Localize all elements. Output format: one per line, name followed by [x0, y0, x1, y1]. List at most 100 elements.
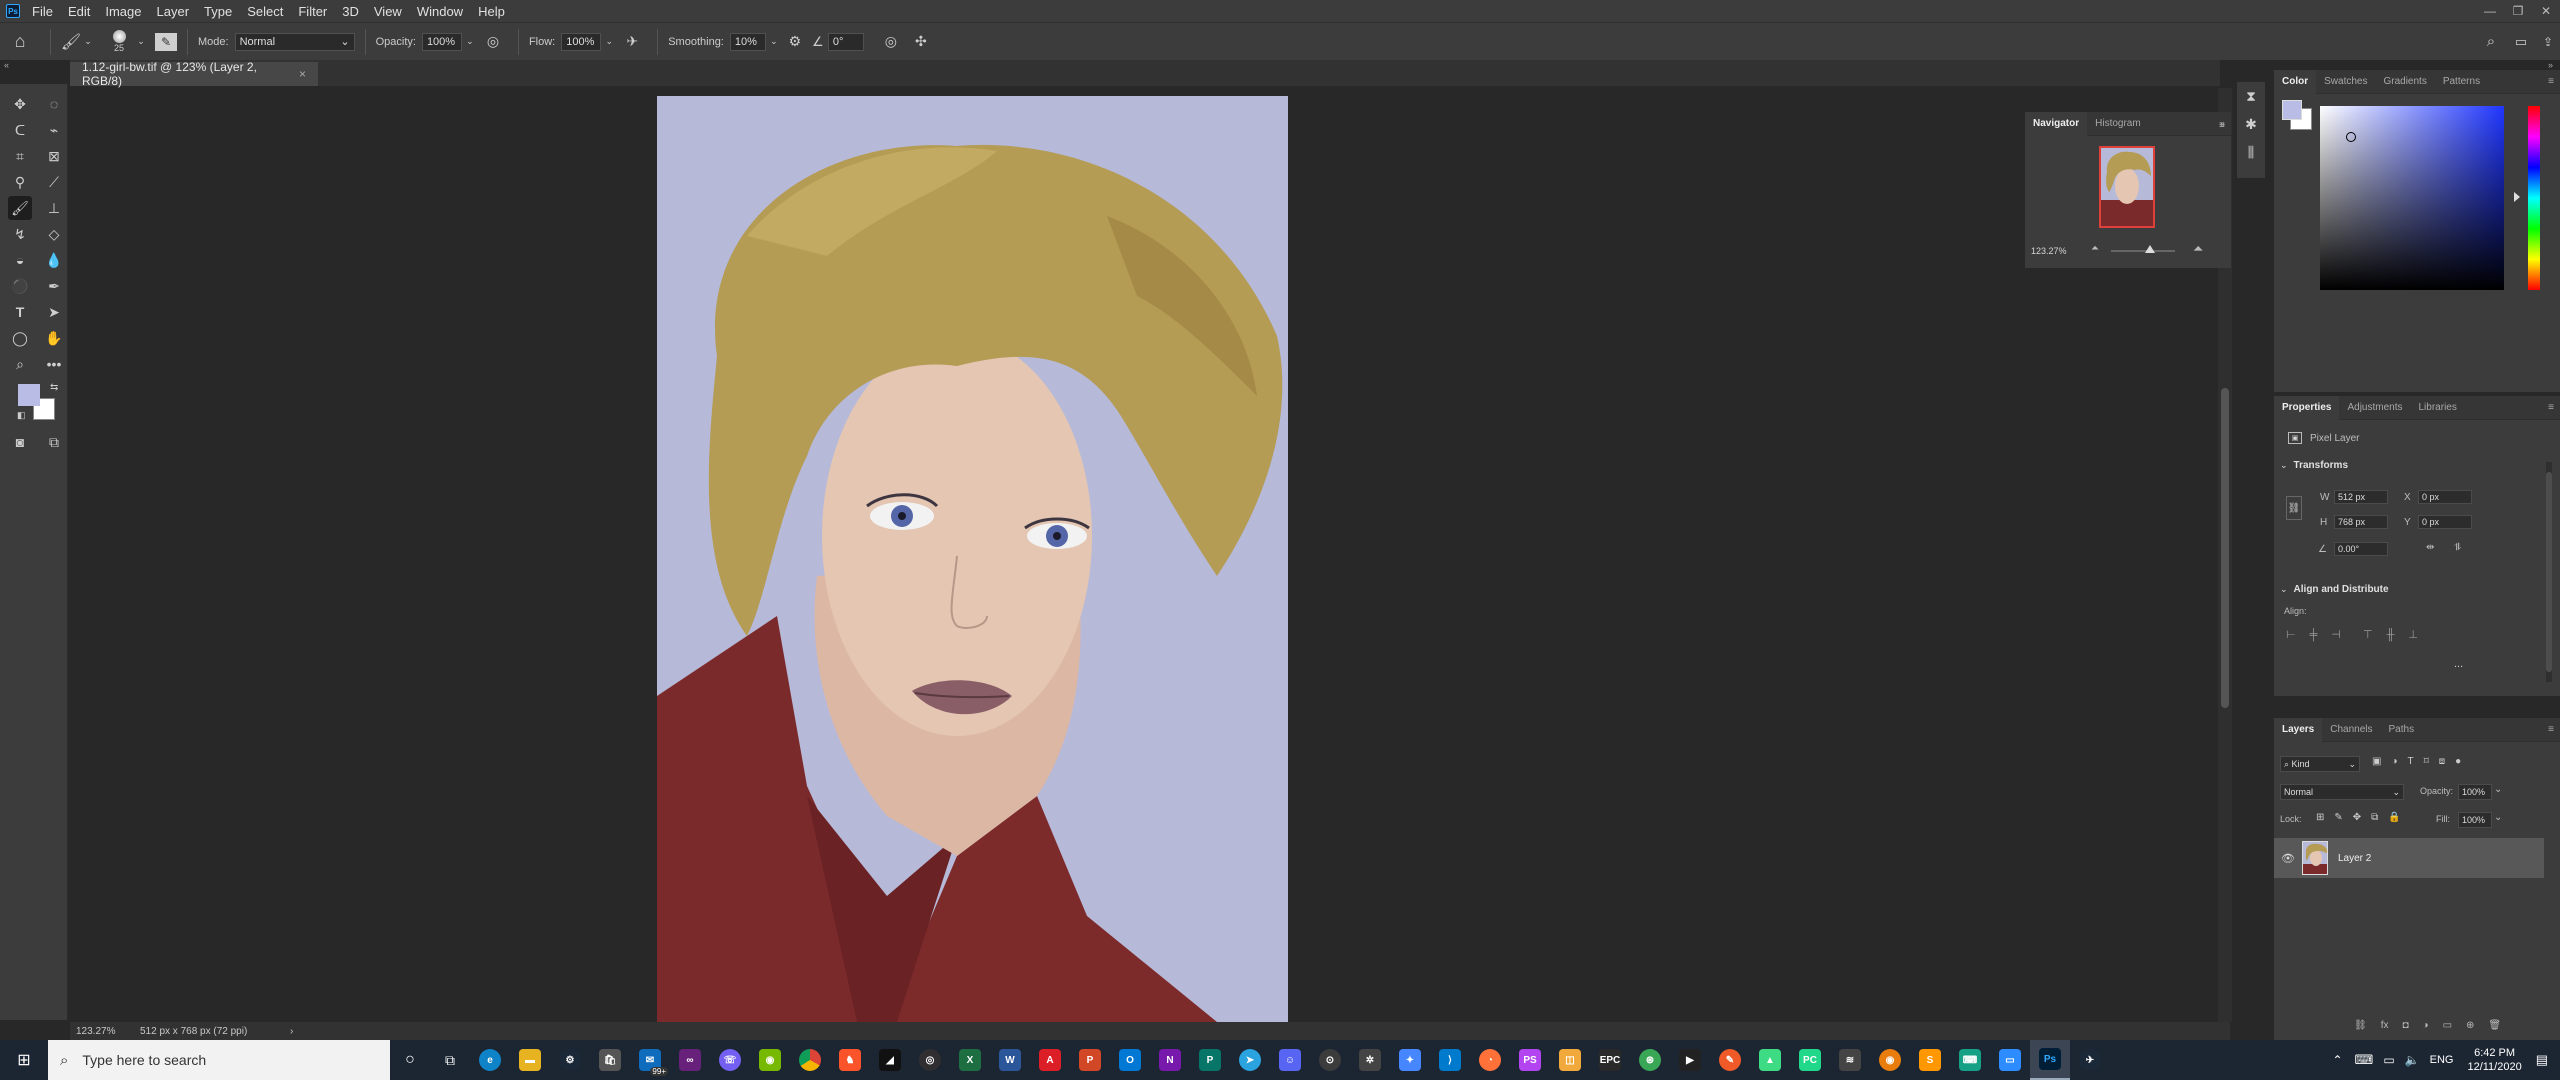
tray-chevron-up-icon[interactable]: ⌃	[2332, 1053, 2342, 1067]
new-adjustment-layer-icon[interactable]: ◑	[2423, 1020, 2429, 1031]
zoom-app-icon[interactable]: ▭	[1990, 1040, 2030, 1080]
filter-pixel-icon[interactable]: ▣	[2372, 756, 2381, 767]
elliptical-marquee-tool-icon[interactable]: ◌	[42, 92, 66, 116]
smoothing-chevron-icon[interactable]: ⌄	[766, 36, 782, 47]
clone-stamp-tool-icon[interactable]: ⊥	[42, 196, 66, 220]
brush-settings-icon[interactable]: ✱	[2239, 112, 2263, 136]
flow-slider-chevron-icon[interactable]: ⌄	[601, 36, 617, 47]
brush-preset-picker[interactable]: 25	[103, 25, 135, 59]
brush-tool-active-icon[interactable]: 🖌	[8, 196, 32, 220]
network-icon[interactable]: ▭	[2383, 1053, 2394, 1067]
delete-layer-icon[interactable]: 🗑	[2488, 1020, 2501, 1031]
publisher-icon[interactable]: P	[1190, 1040, 1230, 1080]
filter-smart-object-icon[interactable]: ⧈	[2439, 756, 2445, 767]
tool-preset-chevron-icon[interactable]: ⌄	[81, 36, 95, 47]
gog-icon[interactable]: ⊙	[1310, 1040, 1350, 1080]
transforms-header[interactable]: ⌄ Transforms	[2280, 460, 2348, 471]
keyboard-icon[interactable]: ⌨	[2355, 1052, 2374, 1068]
hue-slider-thumb[interactable]	[2514, 192, 2520, 202]
brushes-panel-icon[interactable]: ⫼	[2239, 140, 2263, 164]
document-image[interactable]	[657, 96, 1288, 1022]
menu-edit[interactable]: Edit	[68, 4, 90, 19]
flip-vertical-icon[interactable]: ⥮	[2454, 542, 2461, 553]
align-bottom-icon[interactable]: ⊥	[2408, 628, 2418, 641]
new-layer-icon[interactable]: ⊕	[2466, 1020, 2474, 1031]
pycharm-icon[interactable]: PC	[1790, 1040, 1830, 1080]
menu-image[interactable]: Image	[105, 4, 141, 19]
quick-selection-tool-icon[interactable]: ⌁	[42, 118, 66, 142]
vscode-icon[interactable]: ⟩	[1430, 1040, 1470, 1080]
clock[interactable]: 6:42 PM 12/11/2020	[2467, 1046, 2521, 1074]
angle-input[interactable]: 0.00°	[2334, 542, 2388, 556]
mail-icon[interactable]: ✉ 99+	[630, 1040, 670, 1080]
cortana-icon[interactable]: ○	[390, 1040, 430, 1080]
navigator-zoom-value[interactable]: 123.27%	[2031, 246, 2067, 256]
menu-view[interactable]: View	[374, 4, 402, 19]
vertical-scroll-thumb[interactable]	[2221, 388, 2229, 708]
fill-input[interactable]: 100%	[2458, 812, 2492, 828]
app-blue-icon[interactable]: ◫	[1550, 1040, 1590, 1080]
crop-tool-icon[interactable]: ⌗	[8, 144, 32, 168]
hand-tool-icon[interactable]: ✋	[42, 326, 66, 350]
new-group-icon[interactable]: ▭	[2443, 1020, 2452, 1031]
filter-toggle-icon[interactable]: ●	[2455, 756, 2461, 767]
lock-artboard-icon[interactable]: ⧉	[2371, 812, 2378, 823]
search-icon[interactable]: ⌕	[2476, 33, 2506, 50]
zoom-tool-icon[interactable]: ⌕	[8, 352, 32, 376]
ellipse-tool-icon[interactable]: ◯	[8, 326, 32, 350]
eraser-tool-icon[interactable]: ◇	[42, 222, 66, 246]
android-studio-icon[interactable]: ▲	[1750, 1040, 1790, 1080]
align-right-icon[interactable]: ⊣	[2331, 628, 2341, 641]
app-black-icon[interactable]: ◢	[870, 1040, 910, 1080]
visual-studio-icon[interactable]: ∞	[670, 1040, 710, 1080]
taskbar-search-box[interactable]: ⌕ Type here to search	[48, 1040, 390, 1080]
paint-bucket-tool-icon[interactable]: ◒	[8, 248, 32, 272]
phpstorm-icon[interactable]: PS	[1510, 1040, 1550, 1080]
status-zoom[interactable]: 123.27%	[70, 1026, 140, 1037]
viber-icon[interactable]: ☏	[710, 1040, 750, 1080]
align-header[interactable]: ⌄ Align and Distribute	[2280, 584, 2389, 595]
navigator-zoom-slider-thumb[interactable]	[2145, 245, 2155, 253]
eyedropper-tool-icon[interactable]: ⚲	[8, 170, 32, 194]
restore-icon[interactable]: ❐	[2504, 4, 2532, 18]
volume-icon[interactable]: 🔈	[2405, 1053, 2420, 1067]
airbrush-icon[interactable]: ✈	[617, 33, 647, 50]
more-options-icon[interactable]: ...	[2454, 658, 2463, 670]
layer-opacity-input[interactable]: 100%	[2458, 784, 2492, 800]
outlook-icon[interactable]: O	[1110, 1040, 1150, 1080]
menu-select[interactable]: Select	[247, 4, 283, 19]
word-icon[interactable]: W	[990, 1040, 1030, 1080]
edge-icon[interactable]: e	[470, 1040, 510, 1080]
properties-scrollbar[interactable]	[2546, 462, 2552, 682]
dodge-tool-icon[interactable]: ⚫	[8, 274, 32, 298]
store-icon[interactable]: 🛍	[590, 1040, 630, 1080]
menu-type[interactable]: Type	[204, 4, 232, 19]
orange-app-icon[interactable]: ✎	[1710, 1040, 1750, 1080]
align-left-icon[interactable]: ⊢	[2286, 628, 2296, 641]
pressure-opacity-icon[interactable]: ◎	[478, 33, 508, 50]
move-tool-icon[interactable]: ✥	[8, 92, 32, 116]
share-icon[interactable]: ⇪	[2536, 35, 2560, 49]
menu-window[interactable]: Window	[417, 4, 463, 19]
tab-gradients[interactable]: Gradients	[2375, 70, 2434, 94]
obs-icon[interactable]: ◎	[910, 1040, 950, 1080]
sublime-icon[interactable]: S	[1910, 1040, 1950, 1080]
terminal-green-icon[interactable]: ⌨	[1950, 1040, 1990, 1080]
type-tool-icon[interactable]: T	[8, 300, 32, 324]
menu-file[interactable]: File	[32, 4, 53, 19]
swap-colors-icon[interactable]: ⇆	[50, 382, 58, 393]
ruler-tool-icon[interactable]: ⟋	[42, 170, 66, 194]
hue-slider[interactable]	[2528, 106, 2540, 290]
properties-menu-icon[interactable]: ≡	[2548, 402, 2554, 413]
zoom-in-icon[interactable]: ⏶	[2193, 241, 2203, 257]
pen-tool-icon[interactable]: ✒	[42, 274, 66, 298]
align-middle-v-icon[interactable]: ╫	[2387, 629, 2395, 641]
blur-tool-icon[interactable]: 💧	[42, 248, 66, 272]
menu-filter[interactable]: Filter	[298, 4, 327, 19]
align-center-h-icon[interactable]: ╪	[2310, 629, 2318, 641]
tab-patterns[interactable]: Patterns	[2435, 70, 2488, 94]
task-view-icon[interactable]: ⧉	[430, 1040, 470, 1080]
opacity-input[interactable]: 100%	[421, 32, 462, 51]
acrobat-icon[interactable]: A	[1030, 1040, 1070, 1080]
file-explorer-icon[interactable]: ▬	[510, 1040, 550, 1080]
